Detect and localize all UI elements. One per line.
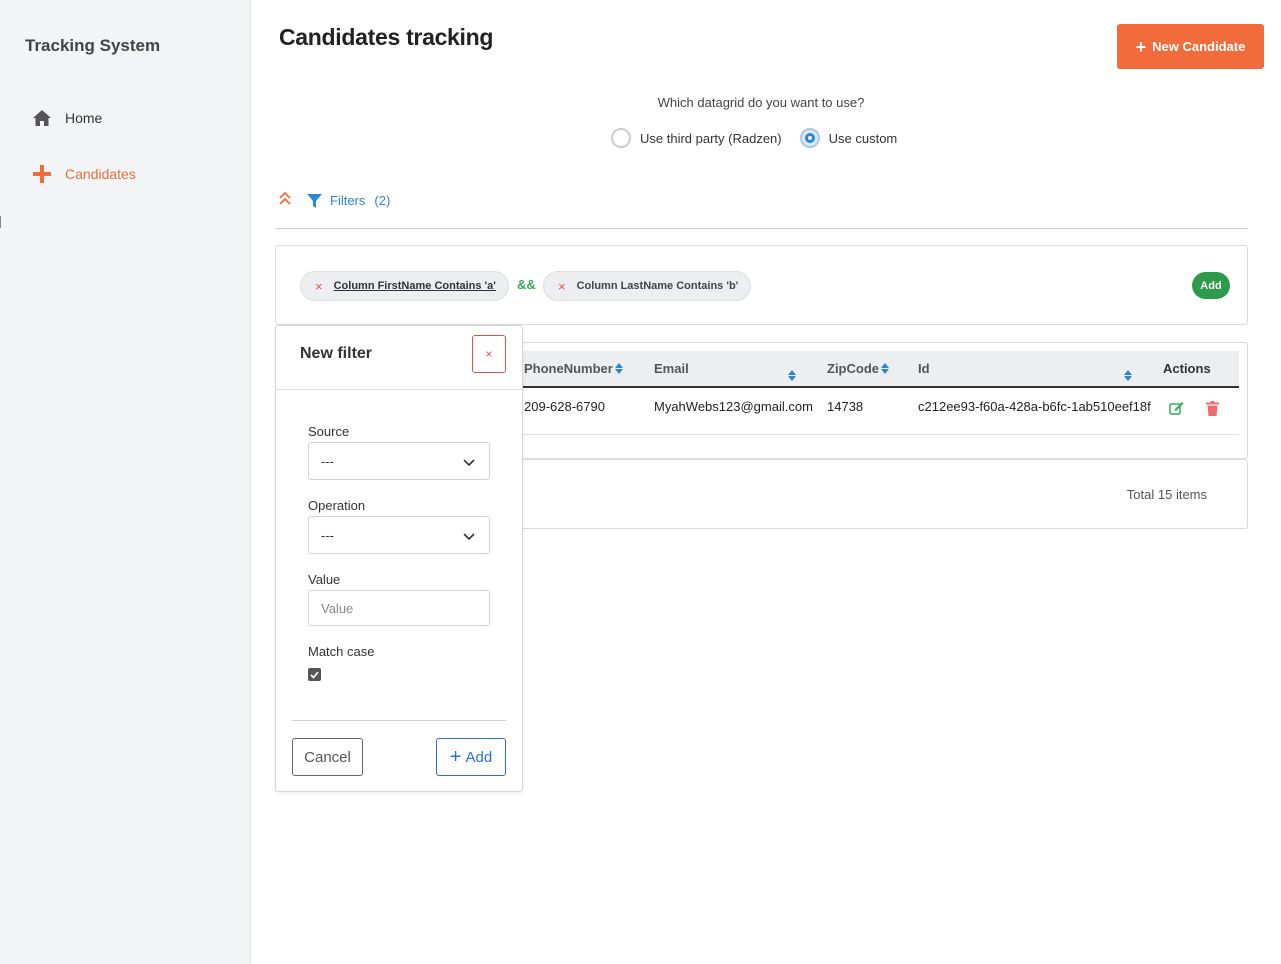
column-header-zipcode[interactable]: ZipCode — [827, 361, 889, 376]
chevron-down-icon — [463, 529, 475, 544]
resize-handle[interactable] — [0, 216, 1, 228]
column-title: Email — [654, 361, 689, 376]
column-header-actions: Actions — [1163, 361, 1211, 376]
source-select[interactable]: --- — [308, 442, 490, 480]
match-case-label: Match case — [308, 644, 375, 659]
chevron-down-icon — [463, 455, 475, 470]
filter-toolbar: Filters (2) — [279, 191, 391, 209]
radio-label: Use third party (Radzen) — [640, 130, 782, 146]
value-input[interactable] — [308, 590, 490, 626]
add-filter-button[interactable]: Add — [1192, 272, 1230, 299]
sort-icon[interactable] — [788, 370, 796, 381]
filter-chip[interactable]: × Column FirstName Contains 'a' — [300, 271, 509, 301]
column-header-phonenumber[interactable]: PhoneNumber — [524, 361, 623, 376]
datagrid-question: Which datagrid do you want to use? — [657, 95, 865, 110]
remove-chip-icon[interactable]: × — [558, 279, 566, 294]
filters-count: (2) — [374, 193, 391, 208]
sidebar-item-candidates[interactable]: Candidates — [32, 164, 136, 184]
cancel-button[interactable]: Cancel — [292, 738, 363, 776]
datagrid-radio-group: Use third party (Radzen) Use custom — [611, 128, 915, 148]
sidebar: Tracking System Home Candidates — [0, 0, 251, 964]
collapse-chevron-icon[interactable] — [279, 191, 291, 209]
close-button[interactable]: × — [472, 335, 506, 373]
column-header-email[interactable]: Email — [654, 361, 689, 376]
new-filter-popup: New filter × Source --- Operation --- Va… — [275, 325, 523, 792]
total-items: Total 15 items — [1126, 487, 1207, 502]
filters-label[interactable]: Filters — [330, 193, 365, 208]
popup-title: New filter — [300, 345, 373, 362]
radio-option-radzen[interactable]: Use third party (Radzen) — [611, 128, 782, 148]
add-button[interactable]: + Add — [436, 738, 506, 776]
filter-chip-label: Column FirstName Contains 'a' — [333, 280, 496, 292]
filter-icon — [307, 193, 322, 208]
new-candidate-button[interactable]: + New Candidate — [1117, 24, 1264, 69]
sort-icon[interactable] — [614, 363, 623, 374]
plus-icon: + — [1135, 36, 1147, 57]
operation-label: Operation — [308, 498, 366, 513]
operation-select[interactable]: --- — [308, 516, 490, 554]
column-title: PhoneNumber — [524, 361, 613, 376]
value-label: Value — [308, 572, 341, 587]
column-header-id[interactable]: Id — [918, 361, 930, 376]
sidebar-item-label: Candidates — [65, 166, 136, 182]
sidebar-item-label: Home — [65, 110, 103, 126]
active-filters-panel: × Column FirstName Contains 'a' && × Col… — [275, 245, 1248, 325]
cell-zip: 14738 — [827, 399, 864, 414]
cell-email: MyahWebs123@gmail.com — [654, 399, 813, 414]
remove-chip-icon[interactable]: × — [315, 279, 323, 294]
home-icon — [32, 108, 52, 128]
column-title: ZipCode — [827, 361, 879, 376]
radio-option-custom[interactable]: Use custom — [799, 128, 898, 148]
filter-chip-label: Column LastName Contains 'b' — [576, 280, 739, 292]
column-title: Id — [918, 361, 930, 376]
radio-button-checked[interactable] — [799, 128, 820, 148]
match-case-checkbox[interactable] — [308, 668, 321, 681]
edit-icon[interactable] — [1169, 401, 1184, 418]
add-button-label: Add — [465, 748, 493, 766]
filter-chip[interactable]: × Column LastName Contains 'b' — [543, 271, 752, 301]
delete-icon[interactable] — [1206, 401, 1219, 419]
column-title: Actions — [1163, 361, 1211, 376]
radio-button[interactable] — [611, 128, 631, 148]
page-title: Candidates tracking — [279, 24, 494, 50]
main-content: Candidates tracking + New Candidate Whic… — [251, 0, 1281, 964]
plus-icon: + — [449, 746, 462, 768]
divider — [275, 228, 1248, 229]
sort-icon[interactable] — [1124, 370, 1132, 381]
source-label: Source — [308, 424, 350, 439]
plus-icon — [32, 164, 52, 184]
filter-joiner: && — [517, 277, 536, 292]
source-value: --- — [321, 453, 334, 469]
new-candidate-label: New Candidate — [1152, 39, 1246, 54]
brand-title: Tracking System — [25, 36, 161, 55]
operation-value: --- — [321, 527, 334, 543]
sidebar-item-home[interactable]: Home — [32, 108, 102, 128]
divider — [292, 720, 506, 721]
popup-header: New filter × — [276, 326, 522, 390]
sort-icon[interactable] — [881, 363, 889, 374]
radio-label: Use custom — [828, 130, 898, 146]
cell-id: c212ee93-f60a-428a-b6fc-1ab510eef18f — [918, 399, 1151, 414]
cell-phone: 209-628-6790 — [524, 399, 605, 414]
